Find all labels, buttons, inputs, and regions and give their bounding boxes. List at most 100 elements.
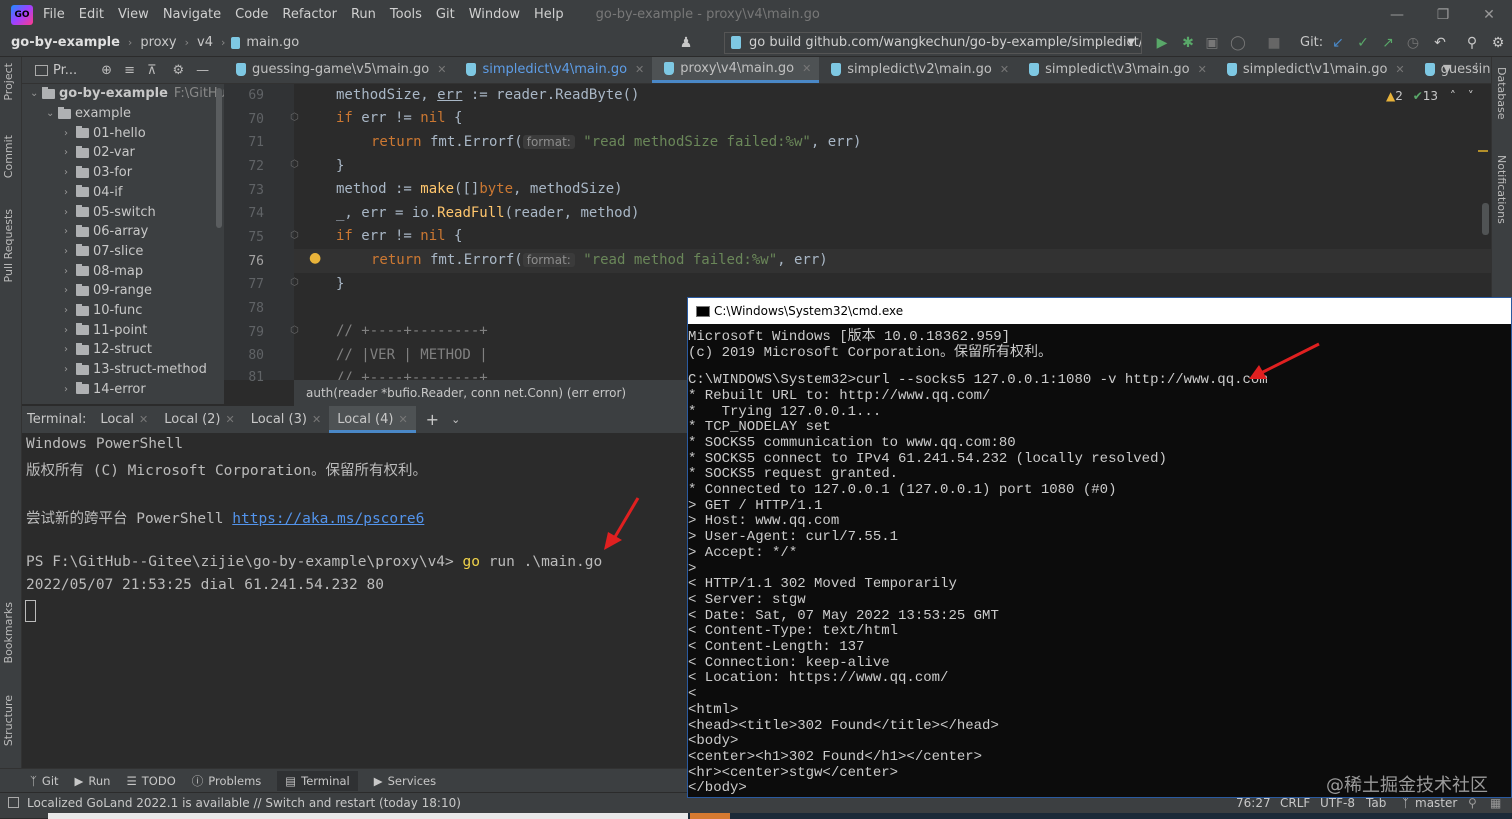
- cmd-title-bar[interactable]: C:\Windows\System32\cmd.exe: [688, 298, 1511, 324]
- coverage-icon[interactable]: ▣: [1202, 33, 1222, 53]
- user-icon[interactable]: ♟: [676, 33, 696, 53]
- terminal-link[interactable]: https://aka.ms/pscore6: [232, 511, 424, 527]
- breadcrumb-main-go[interactable]: main.go: [240, 35, 307, 50]
- project-panel-title[interactable]: Pr...: [53, 63, 77, 78]
- restore-icon[interactable]: ❐: [1420, 0, 1466, 29]
- editor-scrollbar[interactable]: [1482, 203, 1489, 235]
- git-update-icon[interactable]: ↙: [1328, 33, 1348, 53]
- history-icon[interactable]: ◷: [1403, 33, 1423, 53]
- tool-problems[interactable]: ⓘ Problems: [192, 773, 262, 789]
- close-icon[interactable]: ✕: [802, 62, 811, 75]
- menu-file[interactable]: File: [43, 7, 65, 22]
- stop-icon[interactable]: ■: [1264, 33, 1284, 53]
- close-icon[interactable]: ✕: [437, 63, 446, 76]
- tree-item[interactable]: › 05-switch: [64, 202, 156, 222]
- fold-icon[interactable]: ⬡: [290, 277, 299, 288]
- tool-database-tab[interactable]: Database: [1495, 67, 1508, 120]
- fold-icon[interactable]: ⬡: [290, 325, 299, 336]
- close-icon[interactable]: ✕: [226, 413, 235, 426]
- tool-services[interactable]: ▶ Services: [374, 774, 436, 788]
- cmd-output[interactable]: Microsoft Windows [版本 10.0.18362.959] (c)…: [688, 324, 1511, 797]
- close-icon[interactable]: ✕: [635, 63, 644, 76]
- lightbulb-icon[interactable]: ●: [309, 250, 321, 266]
- editor-tab-active[interactable]: proxy\v4\main.go ✕: [652, 57, 820, 83]
- menu-navigate[interactable]: Navigate: [163, 7, 221, 22]
- run-icon[interactable]: ▶: [1152, 33, 1172, 53]
- editor-tab[interactable]: guessing-game\v5\main.go ✕: [224, 57, 454, 83]
- tool-project-tab[interactable]: Project: [2, 63, 15, 101]
- menu-git[interactable]: Git: [436, 7, 455, 22]
- editor-tab[interactable]: simpledict\v3\main.go ✕: [1017, 57, 1215, 83]
- close-icon[interactable]: ✕: [312, 413, 321, 426]
- close-icon[interactable]: ✕: [398, 413, 407, 426]
- tree-item[interactable]: › 10-func: [64, 301, 142, 321]
- tool-pull-requests-tab[interactable]: Pull Requests: [2, 209, 15, 282]
- tool-bookmarks-tab[interactable]: Bookmarks: [2, 602, 15, 663]
- breadcrumb-v4[interactable]: v4: [189, 35, 221, 50]
- menu-help[interactable]: Help: [534, 7, 564, 22]
- tree-item[interactable]: › 09-range: [64, 281, 152, 301]
- profile-icon[interactable]: ◯: [1228, 33, 1248, 53]
- expand-all-icon[interactable]: ≡: [124, 63, 135, 78]
- tree-item[interactable]: › 03-for: [64, 163, 132, 183]
- terminal-tab[interactable]: Local (2) ✕: [156, 406, 242, 433]
- tab-list-chevron-icon[interactable]: ▼: [1443, 62, 1451, 75]
- git-push-icon[interactable]: ↗: [1378, 33, 1398, 53]
- fold-icon[interactable]: ⬡: [290, 159, 299, 170]
- tree-item[interactable]: › 01-hello: [64, 123, 146, 143]
- chevron-up-icon[interactable]: ˄: [1450, 89, 1456, 103]
- close-icon[interactable]: ✕: [1000, 63, 1009, 76]
- tool-structure-tab[interactable]: Structure: [2, 695, 15, 746]
- tool-git[interactable]: ᛉ Git: [30, 774, 59, 788]
- terminal-tab-active[interactable]: Local (4) ✕: [329, 406, 416, 433]
- tree-item[interactable]: › 07-slice: [64, 242, 143, 262]
- tree-item[interactable]: › 14-error: [64, 380, 146, 400]
- rollback-icon[interactable]: ↶: [1430, 33, 1450, 53]
- tree-item[interactable]: › 02-var: [64, 143, 135, 163]
- chevron-down-icon[interactable]: ⌄: [451, 413, 460, 426]
- tree-scrollbar[interactable]: [216, 88, 222, 228]
- minimize-icon[interactable]: —: [1374, 0, 1420, 29]
- menu-view[interactable]: View: [118, 7, 149, 22]
- tree-item[interactable]: › 12-struct: [64, 340, 152, 360]
- terminal-output[interactable]: [22, 433, 688, 768]
- tree-item[interactable]: › 11-point: [64, 320, 147, 340]
- menu-run[interactable]: Run: [351, 7, 376, 22]
- menu-refactor[interactable]: Refactor: [282, 7, 337, 22]
- add-terminal-icon[interactable]: +: [426, 410, 439, 429]
- tool-run[interactable]: ▶ Run: [75, 774, 111, 788]
- tool-todo[interactable]: ☰ TODO: [126, 774, 175, 788]
- close-icon[interactable]: ✕: [1395, 63, 1404, 76]
- tool-commit-tab[interactable]: Commit: [2, 135, 15, 178]
- debug-icon[interactable]: ✱: [1178, 33, 1198, 53]
- breadcrumb-proxy[interactable]: proxy: [132, 35, 184, 50]
- terminal-tab[interactable]: Local ✕: [92, 406, 156, 433]
- menu-window[interactable]: Window: [469, 7, 520, 22]
- tree-folder-example[interactable]: ⌄ example: [46, 104, 131, 124]
- fold-icon[interactable]: ⬡: [290, 112, 299, 123]
- close-icon[interactable]: ✕: [1466, 0, 1512, 29]
- run-configuration-select[interactable]: go build github.com/wangkechun/go-by-exa…: [724, 32, 1142, 54]
- fold-icon[interactable]: ⬡: [290, 230, 299, 241]
- cmd-window[interactable]: C:\Windows\System32\cmd.exe Microsoft Wi…: [687, 297, 1512, 798]
- close-icon[interactable]: ✕: [139, 413, 148, 426]
- editor-tab[interactable]: simpledict\v1\main.go ✕: [1215, 57, 1413, 83]
- tree-item[interactable]: › 08-map: [64, 261, 143, 281]
- editor-tab[interactable]: simpledict\v4\main.go ✕: [454, 57, 652, 83]
- git-commit-icon[interactable]: ✓: [1353, 33, 1373, 53]
- more-tabs-icon[interactable]: ⋮: [1470, 61, 1483, 76]
- locate-target-icon[interactable]: ⊕: [101, 63, 112, 78]
- status-icon[interactable]: [8, 797, 19, 808]
- search-icon[interactable]: ⚲: [1462, 33, 1482, 53]
- settings-gear-icon[interactable]: ⚙: [1488, 33, 1508, 53]
- status-message[interactable]: Localized GoLand 2022.1 is available // …: [27, 793, 461, 813]
- menu-edit[interactable]: Edit: [79, 7, 104, 22]
- close-icon[interactable]: ✕: [1198, 63, 1207, 76]
- hide-panel-icon[interactable]: —: [196, 63, 209, 78]
- breadcrumb-project[interactable]: go-by-example: [0, 35, 128, 50]
- chevron-down-icon[interactable]: ˅: [1468, 89, 1474, 103]
- warning-marker[interactable]: [1478, 150, 1488, 152]
- tree-item[interactable]: › 06-array: [64, 222, 148, 242]
- inspection-widget[interactable]: ▲2 ✔13 ˄ ˅: [1386, 89, 1474, 103]
- menu-tools[interactable]: Tools: [390, 7, 422, 22]
